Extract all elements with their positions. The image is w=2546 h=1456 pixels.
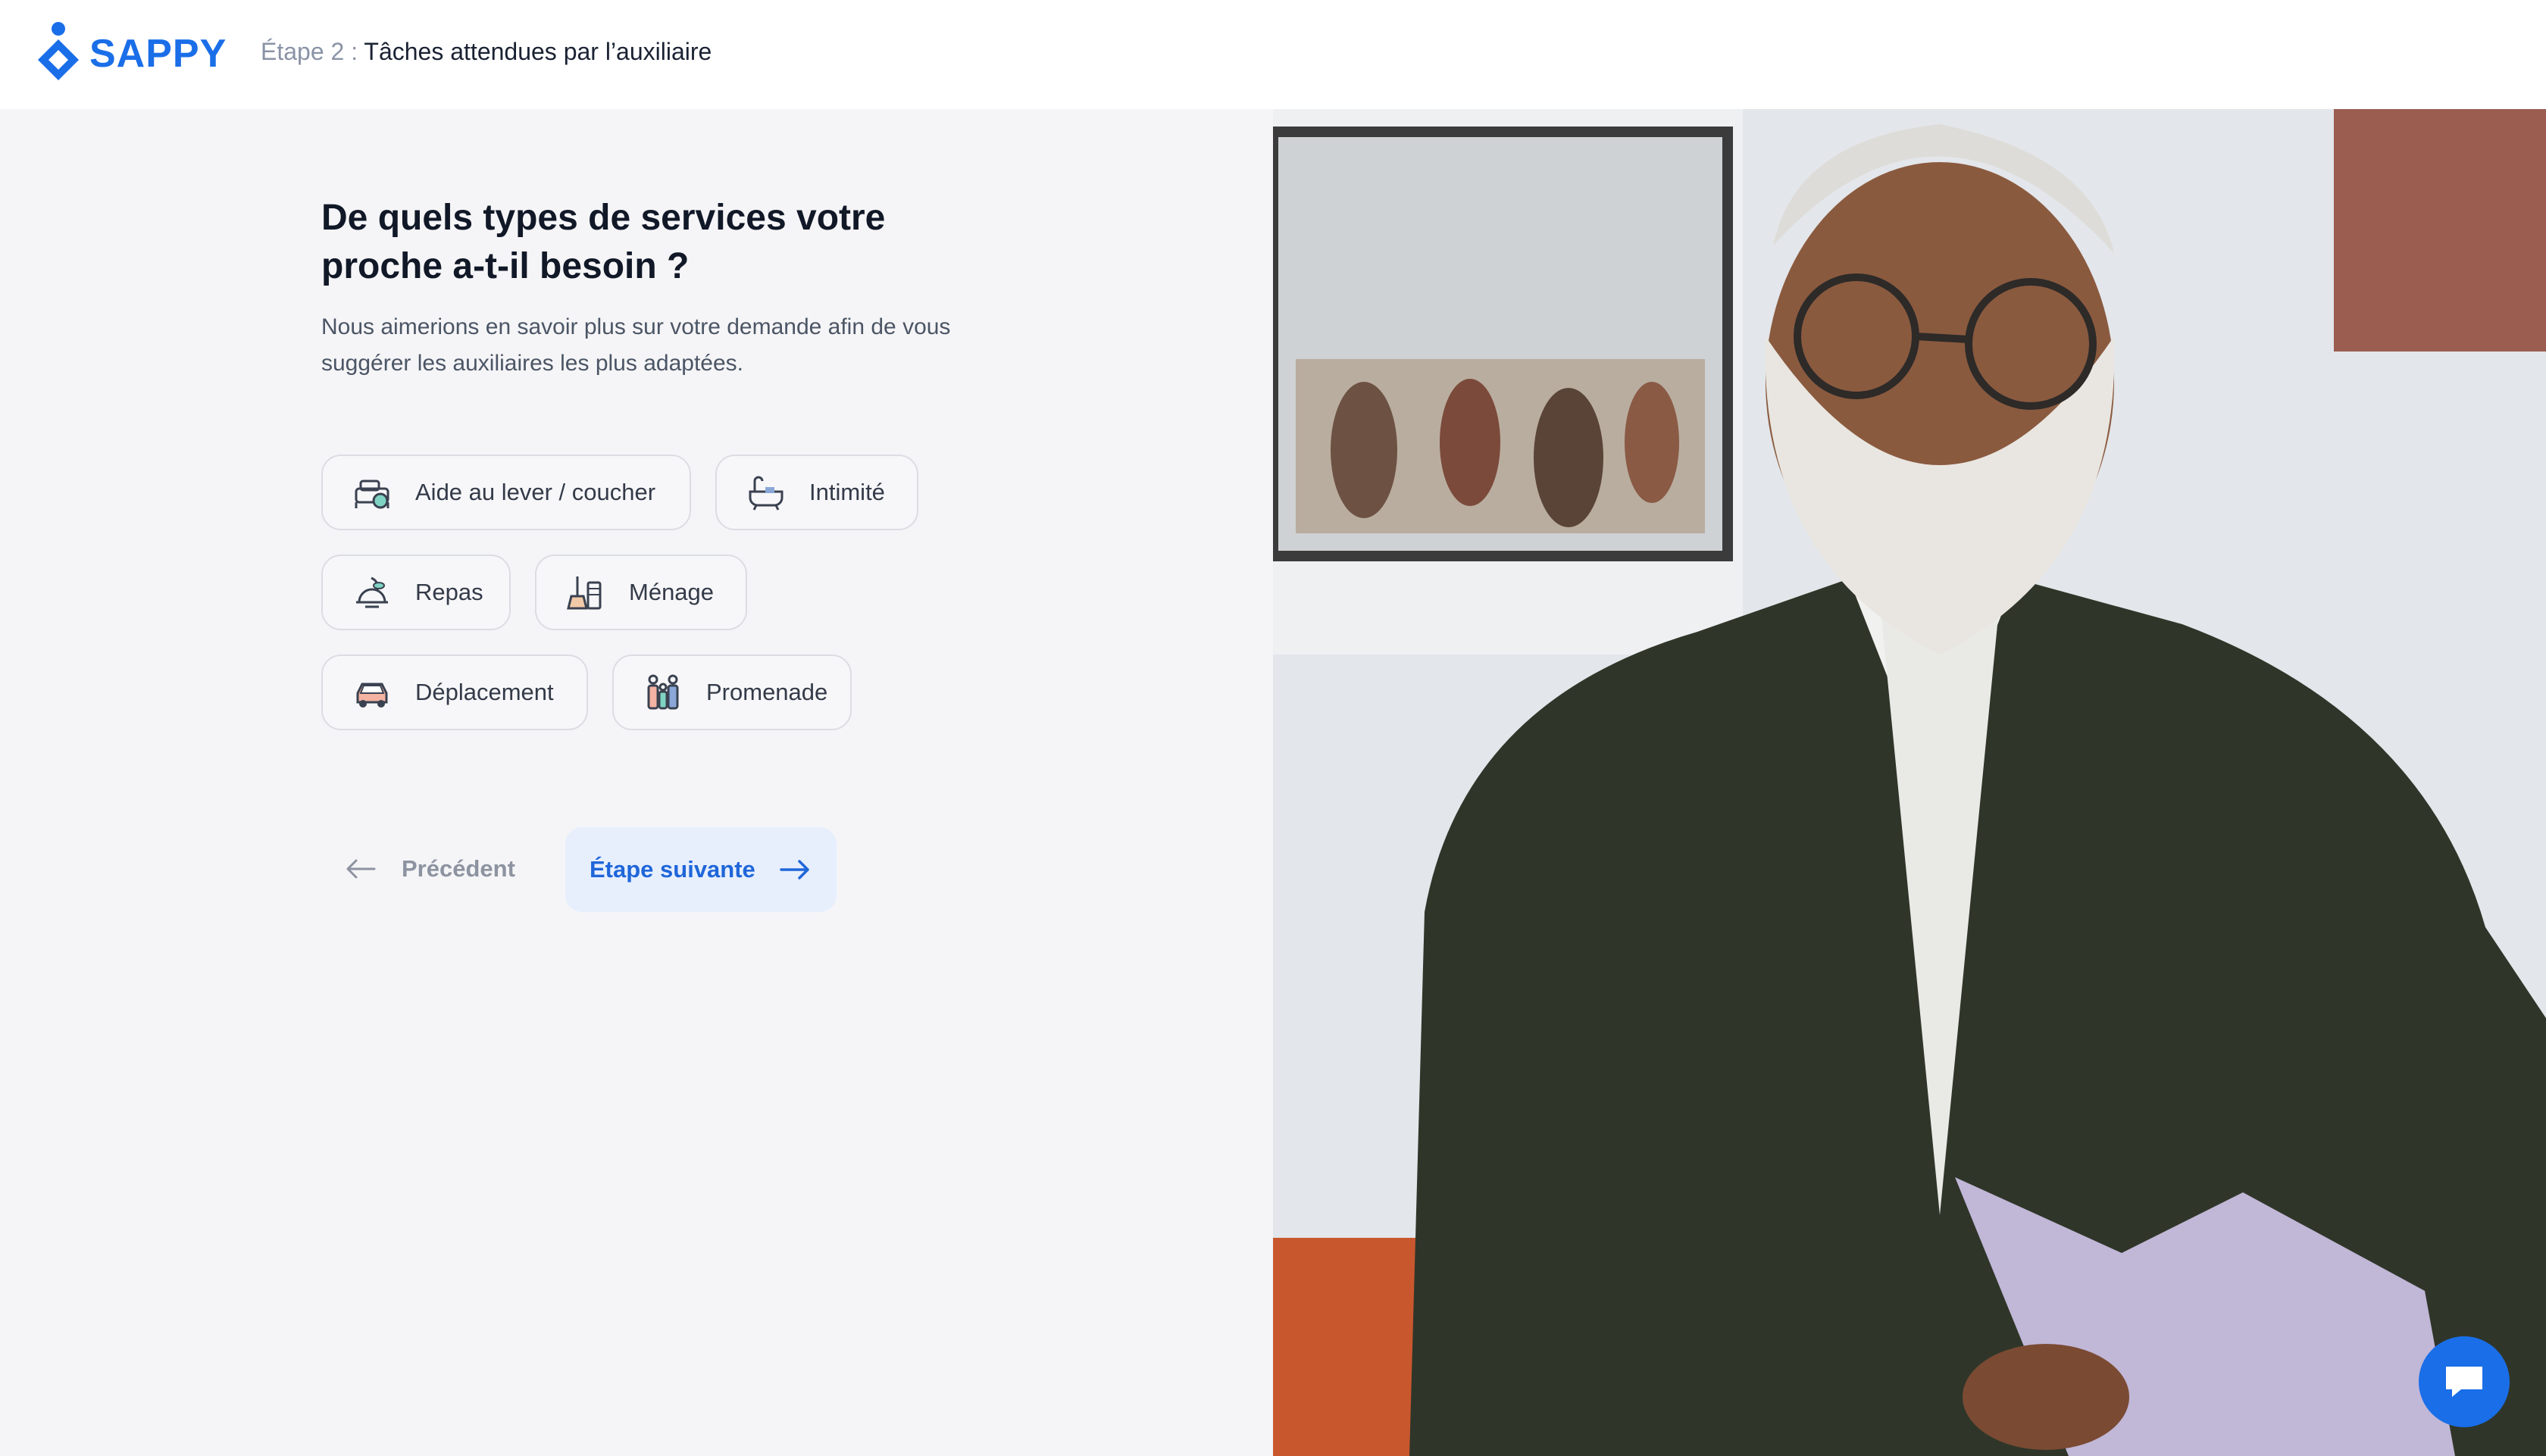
step-indicator: Étape 2 : Tâches attendues par l’auxilia… xyxy=(261,38,712,66)
next-step-label: Étape suivante xyxy=(590,856,755,883)
step-title: Tâches attendues par l’auxiliaire xyxy=(364,38,712,65)
hero-photo-illustration xyxy=(1273,109,2546,1456)
service-chip-menage[interactable]: Ménage xyxy=(535,555,747,630)
hero-photo xyxy=(1273,109,2546,1456)
bathtub-icon xyxy=(749,476,784,511)
service-chip-deplacement[interactable]: Déplacement xyxy=(321,655,588,730)
sappy-logo[interactable]: SAPPY xyxy=(33,21,227,86)
chat-button[interactable] xyxy=(2419,1336,2510,1427)
header: SAPPY Étape 2 : Tâches attendues par l’a… xyxy=(0,0,2546,109)
car-icon xyxy=(356,683,388,708)
next-step-button[interactable]: Étape suivante xyxy=(565,827,837,912)
service-chip-promenade[interactable]: Promenade xyxy=(612,655,852,730)
service-chip-aide-lever[interactable]: Aide au lever / coucher xyxy=(321,455,691,530)
previous-label: Précédent xyxy=(402,855,515,882)
previous-button[interactable]: Précédent xyxy=(346,841,515,897)
arrow-left-icon xyxy=(346,859,376,879)
brand-name: SAPPY xyxy=(89,32,227,76)
chat-icon xyxy=(2446,1367,2482,1397)
page-title: De quels types de services votre proche … xyxy=(321,198,886,286)
meal-icon xyxy=(356,576,388,608)
service-label: Aide au lever / coucher xyxy=(415,479,656,505)
page-subtitle: Nous aimerions en savoir plus sur votre … xyxy=(321,314,951,376)
service-chip-intimite[interactable]: Intimité xyxy=(715,455,918,530)
service-chip-repas[interactable]: Repas xyxy=(321,555,511,630)
step-number: Étape 2 : xyxy=(261,38,358,65)
service-label: Intimité xyxy=(809,479,885,505)
service-label: Déplacement xyxy=(415,679,554,705)
family-walk-icon xyxy=(647,674,679,710)
sappy-logo-icon xyxy=(38,22,79,80)
arrow-right-icon xyxy=(780,860,809,880)
service-label: Repas xyxy=(415,579,483,605)
service-label: Promenade xyxy=(706,679,828,705)
bed-care-icon xyxy=(355,480,389,509)
cleaning-icon xyxy=(567,576,602,610)
service-label: Ménage xyxy=(629,579,715,605)
